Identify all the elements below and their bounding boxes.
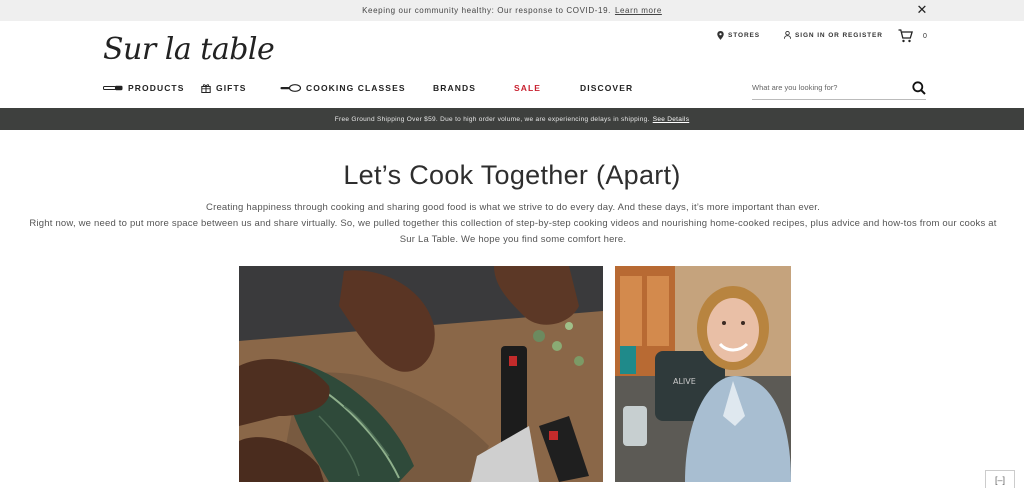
gift-icon — [201, 84, 211, 93]
site-logo[interactable]: Sur la table — [103, 32, 275, 67]
nav-sale[interactable]: SALE — [514, 83, 541, 93]
nav-sale-label: SALE — [514, 83, 542, 93]
search-bar — [752, 76, 926, 100]
nav-products-label: PRODUCTS — [128, 83, 185, 93]
intro-line-2: Right now, we need to put more space bet… — [29, 218, 997, 245]
nav-brands[interactable]: BRANDS — [433, 83, 476, 93]
location-pin-icon — [717, 31, 724, 40]
search-icon[interactable] — [912, 80, 926, 95]
signin-label: SIGN IN OR REGISTER — [795, 31, 883, 39]
knife-icon — [103, 85, 123, 91]
search-input[interactable] — [752, 83, 892, 92]
smiling-cook-photo[interactable]: ALIVE — [615, 266, 791, 482]
nav-cooking-classes-label: COOKING CLASSES — [306, 83, 406, 93]
nav-gifts-label: GIFTS — [216, 83, 247, 93]
nav-discover-label: DISCOVER — [580, 83, 634, 93]
cooking-hands-photo[interactable] — [239, 266, 603, 482]
see-details-link[interactable]: See Details — [653, 116, 690, 123]
svg-text:ALIVE: ALIVE — [673, 377, 696, 386]
intro-text: Creating happiness through cooking and s… — [22, 200, 1004, 248]
cart-button[interactable]: 0 — [898, 29, 927, 43]
page-title: Let’s Cook Together (Apart) — [343, 160, 681, 190]
stores-link[interactable]: STORES — [717, 31, 760, 40]
nav-brands-label: BRANDS — [433, 83, 476, 93]
nav-discover[interactable]: DISCOVER — [580, 83, 633, 93]
learn-more-link[interactable]: Learn more — [615, 6, 662, 15]
signin-link[interactable]: SIGN IN OR REGISTER — [784, 31, 883, 39]
cart-icon — [898, 29, 913, 43]
close-icon[interactable]: ✕ — [917, 3, 929, 18]
shipping-text: Free Ground Shipping Over $59. Due to hi… — [334, 115, 650, 123]
nav-products[interactable]: PRODUCTS — [103, 83, 185, 93]
covid-banner: Keeping our community healthy: Our respo… — [0, 0, 1024, 21]
stores-label: STORES — [728, 32, 761, 39]
pan-icon — [280, 84, 301, 92]
cart-count: 0 — [923, 32, 927, 40]
user-icon — [784, 31, 791, 39]
intro-line-1: Creating happiness through cooking and s… — [206, 202, 820, 213]
covid-banner-text: Keeping our community healthy: Our respo… — [362, 6, 611, 15]
shipping-notice: Free Ground Shipping Over $59. Due to hi… — [0, 108, 1024, 130]
nav-gifts[interactable]: GIFTS — [201, 83, 247, 93]
nav-cooking-classes[interactable]: COOKING CLASSES — [280, 83, 406, 93]
feedback-toggle[interactable]: [–] — [985, 470, 1015, 488]
